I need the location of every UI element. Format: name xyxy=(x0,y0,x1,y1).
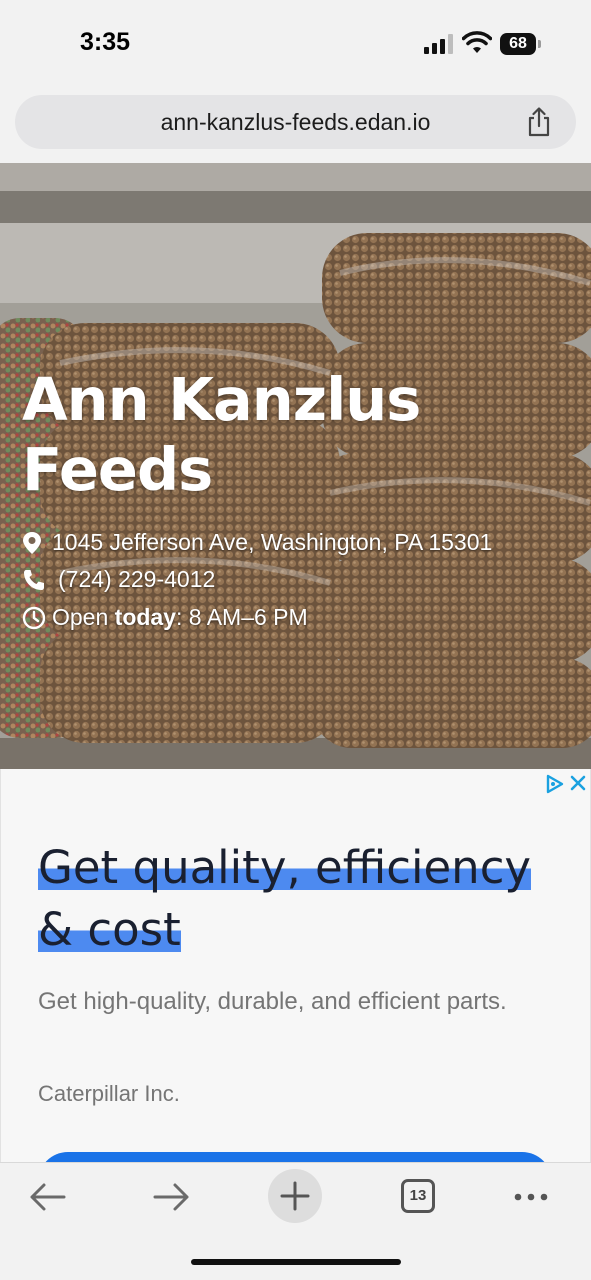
home-indicator[interactable] xyxy=(191,1259,401,1265)
phone-icon xyxy=(24,570,44,590)
status-bar: 3:35 68 xyxy=(0,0,591,90)
wifi-icon xyxy=(462,31,492,53)
address-bar[interactable]: ann-kanzlus-feeds.edan.io xyxy=(15,95,576,149)
hours-range: : 8 AM–6 PM xyxy=(176,604,308,630)
close-icon xyxy=(570,775,586,791)
ad-banner[interactable]: Get quality, efficiency & cost Get high-… xyxy=(0,769,591,1162)
tab-switcher-button[interactable]: 13 xyxy=(401,1179,435,1213)
ad-choices-icon[interactable] xyxy=(544,773,588,795)
status-time: 3:35 xyxy=(80,28,131,56)
phone-text[interactable]: (724) 229-4012 xyxy=(58,566,215,593)
location-pin-icon xyxy=(23,532,41,554)
ad-headline[interactable]: Get quality, efficiency & cost xyxy=(38,837,578,961)
plus-icon xyxy=(280,1181,310,1211)
clock-icon xyxy=(22,606,46,630)
cellular-signal-icon xyxy=(424,34,454,54)
more-icon[interactable] xyxy=(504,1177,560,1217)
ad-headline-line1[interactable]: Get quality, efficiency xyxy=(38,841,532,894)
business-name: Ann Kanzlus Feeds xyxy=(22,365,421,504)
ad-cta-button[interactable] xyxy=(38,1152,552,1162)
battery-level: 68 xyxy=(500,33,536,55)
battery-icon: 68 xyxy=(500,33,542,55)
new-tab-button[interactable] xyxy=(268,1169,322,1223)
ad-description[interactable]: Get high-quality, durable, and efficient… xyxy=(38,984,558,1019)
back-arrow-icon[interactable] xyxy=(20,1177,76,1217)
ad-advertiser[interactable]: Caterpillar Inc. xyxy=(38,1081,180,1107)
ad-headline-line2[interactable]: & cost xyxy=(38,903,181,956)
forward-arrow-icon[interactable] xyxy=(143,1177,199,1217)
hours-prefix: Open xyxy=(52,604,115,630)
hero-banner: Ann Kanzlus Feeds 1045 Jefferson Ave, Wa… xyxy=(0,163,591,769)
hours-day: today xyxy=(114,604,176,630)
share-icon[interactable] xyxy=(525,107,553,137)
url-text[interactable]: ann-kanzlus-feeds.edan.io xyxy=(15,95,576,149)
hours-text: Open today: 8 AM–6 PM xyxy=(52,604,308,631)
address-text[interactable]: 1045 Jefferson Ave, Washington, PA 15301 xyxy=(52,529,492,556)
